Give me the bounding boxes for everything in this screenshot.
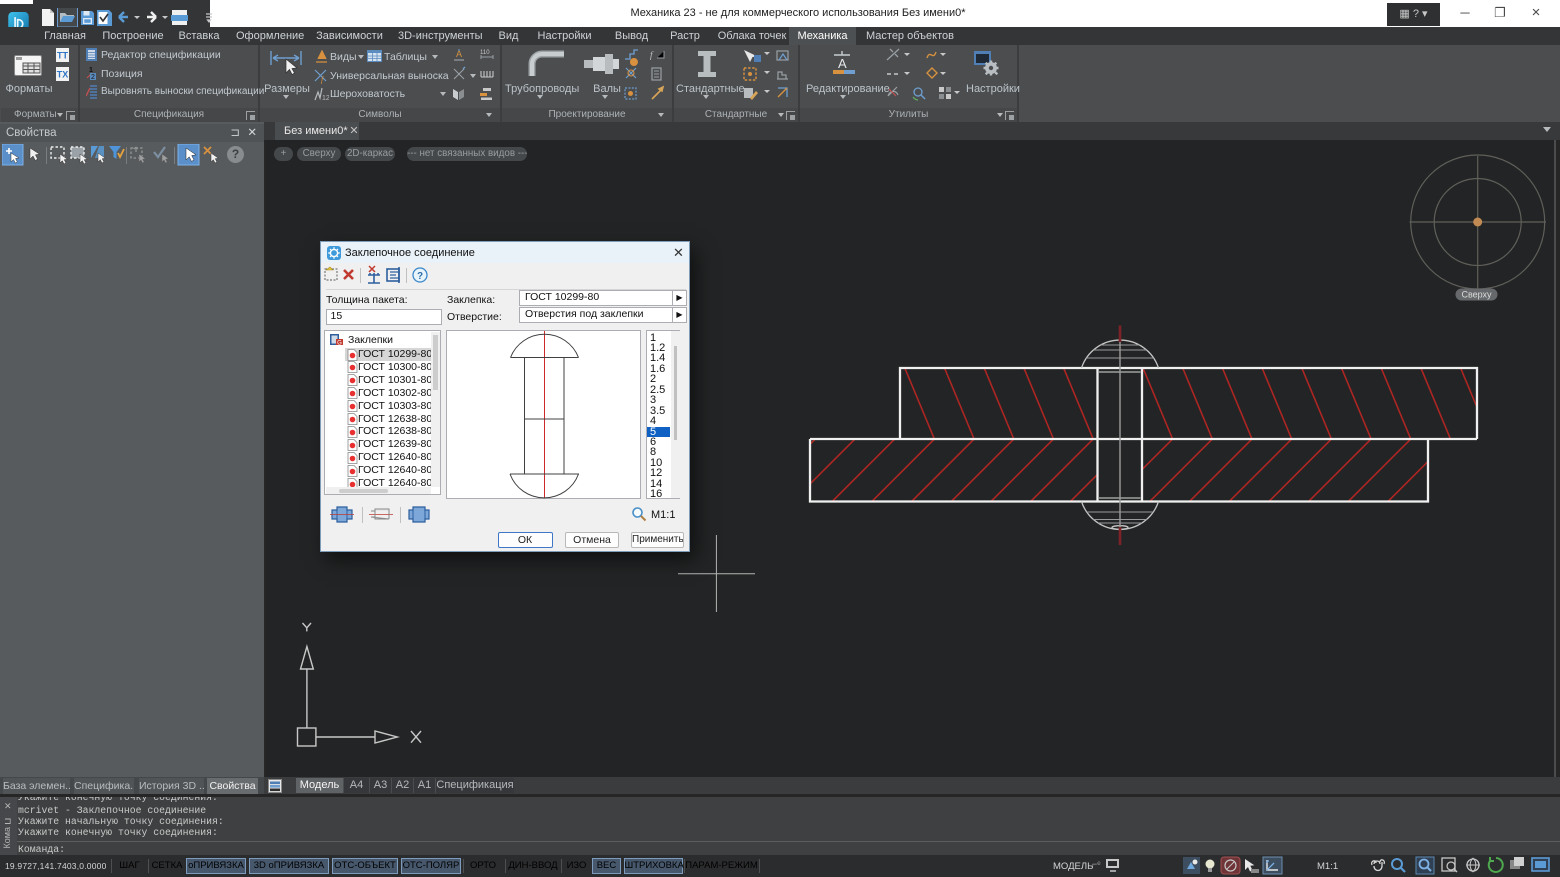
svg-text:f: f (650, 50, 654, 60)
svg-text:110: 110 (480, 50, 490, 56)
svg-text:G: G (337, 341, 342, 347)
svg-text:Сверху: Сверху (1461, 290, 1492, 300)
svg-text:2: 2 (91, 74, 95, 81)
svg-text:12: 12 (322, 95, 329, 102)
svg-text:1: 1 (89, 67, 93, 74)
svg-text:A: A (838, 56, 847, 71)
svg-text:TX: TX (57, 70, 69, 80)
svg-text:TT: TT (57, 51, 68, 61)
svg-text:?: ? (417, 271, 423, 282)
